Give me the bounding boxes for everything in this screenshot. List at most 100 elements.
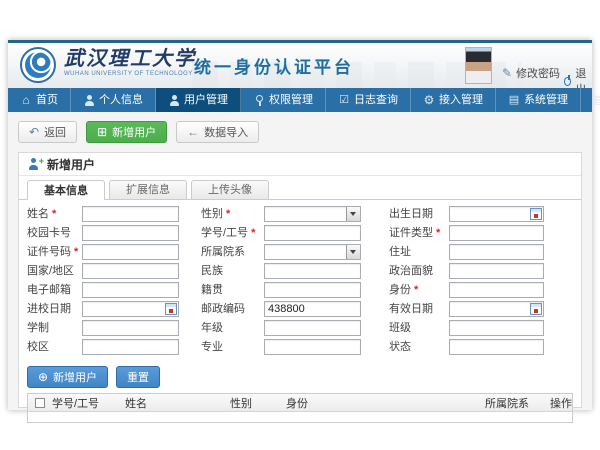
field-email-input[interactable] bbox=[82, 282, 179, 298]
field-postal-code-input[interactable]: 438800 bbox=[264, 301, 361, 317]
field-grade-label: 年级 bbox=[179, 320, 264, 336]
back-button[interactable]: ↶ 返回 bbox=[18, 121, 77, 143]
panel-title: 新增用户 bbox=[47, 156, 95, 173]
field-email-label: 电子邮箱 bbox=[27, 282, 82, 298]
data-import-button-label: 数据导入 bbox=[204, 124, 248, 140]
gear-icon bbox=[423, 95, 435, 106]
field-birth-date-input[interactable] bbox=[449, 206, 544, 222]
key-icon bbox=[253, 95, 265, 106]
field-identity-label: 身份 * bbox=[361, 282, 449, 298]
field-valid-date-label: 有效日期 bbox=[361, 301, 449, 317]
tab-extended-info[interactable]: 扩展信息 bbox=[109, 180, 187, 199]
tab-basic-info[interactable]: 基本信息 bbox=[27, 180, 105, 200]
field-campus-cell bbox=[82, 339, 179, 355]
field-campus-card-no-cell bbox=[82, 225, 179, 241]
reset-button[interactable]: 重置 bbox=[116, 366, 160, 388]
data-import-button[interactable]: ← 数据导入 bbox=[176, 121, 259, 143]
calendar-icon[interactable] bbox=[165, 303, 177, 315]
nav-tab-subscription-management[interactable]: 订阅管理 bbox=[581, 88, 600, 112]
field-id-number-label: 证件号码 * bbox=[27, 244, 82, 260]
field-entry-date-input[interactable] bbox=[82, 301, 179, 317]
field-postal-code-label: 邮政编码 bbox=[179, 301, 264, 317]
field-status-cell bbox=[449, 339, 544, 355]
field-ethnicity-label: 民族 bbox=[179, 263, 264, 279]
field-id-type-label: 证件类型 * bbox=[361, 225, 449, 241]
pencil-icon: ✎ bbox=[502, 66, 512, 80]
home-icon bbox=[20, 95, 32, 106]
chevron-down-icon[interactable] bbox=[346, 245, 360, 259]
field-identity-input[interactable] bbox=[449, 282, 544, 298]
field-grade-input[interactable] bbox=[264, 320, 361, 336]
user-icon bbox=[83, 95, 95, 106]
field-entry-date-label: 进校日期 bbox=[27, 301, 82, 317]
field-valid-date-input[interactable] bbox=[449, 301, 544, 317]
submit-add-user-button[interactable]: ⊕ 新增用户 bbox=[27, 366, 108, 388]
nav-tab-access-management[interactable]: 接入管理 bbox=[411, 88, 496, 112]
form-grid: 姓名 *性别 *出生日期校园卡号学号/工号 *证件类型 *证件号码 *所属院系住… bbox=[19, 200, 581, 360]
field-postal-code-cell: 438800 bbox=[264, 301, 361, 317]
field-political-status-label: 政治面貌 bbox=[361, 263, 449, 279]
logout-link[interactable]: 退出 bbox=[564, 65, 592, 88]
plus-circle-icon: ⊕ bbox=[38, 371, 48, 383]
field-education-length-label: 学制 bbox=[27, 320, 82, 336]
field-id-type-input[interactable] bbox=[449, 225, 544, 241]
field-class-input[interactable] bbox=[449, 320, 544, 336]
nav-tab-permission-management[interactable]: 权限管理 bbox=[241, 88, 326, 112]
document-icon bbox=[508, 95, 520, 106]
toolbar: ↶ 返回 ⊞ 新增用户 ← 数据导入 bbox=[8, 112, 592, 152]
field-ethnicity-cell bbox=[264, 263, 361, 279]
table-header-row: 学号/工号姓名性别身份所属院系操作 bbox=[28, 394, 572, 412]
field-major-label: 专业 bbox=[179, 339, 264, 355]
field-name-input[interactable] bbox=[82, 206, 179, 222]
field-student-staff-id-input[interactable] bbox=[264, 225, 361, 241]
field-gender-label: 性别 * bbox=[179, 206, 264, 222]
field-address-label: 住址 bbox=[361, 244, 449, 260]
panel-title-row: + 新增用户 bbox=[19, 153, 581, 176]
change-password-link[interactable]: ✎ 修改密码 bbox=[502, 65, 560, 81]
field-native-place-input[interactable] bbox=[264, 282, 361, 298]
table-empty-row bbox=[28, 412, 572, 422]
nav-tab-log-query[interactable]: 日志查询 bbox=[326, 88, 411, 112]
university-name: 武汉理工大学 bbox=[64, 48, 196, 70]
add-user-icon: + bbox=[28, 158, 41, 170]
nav-tab-label: 首页 bbox=[36, 88, 58, 112]
nav-tab-personal-info[interactable]: 个人信息 bbox=[71, 88, 156, 112]
back-button-label: 返回 bbox=[44, 124, 66, 140]
nav-tab-label: 系统管理 bbox=[524, 88, 568, 112]
reset-button-label: 重置 bbox=[127, 369, 149, 385]
add-user-button[interactable]: ⊞ 新增用户 bbox=[86, 121, 167, 143]
field-department-select[interactable] bbox=[264, 244, 361, 260]
field-campus-input[interactable] bbox=[82, 339, 179, 355]
new-user-panel: + 新增用户 基本信息扩展信息上传头像 姓名 *性别 *出生日期校园卡号学号/工… bbox=[18, 152, 582, 408]
user-avatar[interactable] bbox=[465, 47, 492, 84]
field-political-status-input[interactable] bbox=[449, 263, 544, 279]
field-class-cell bbox=[449, 320, 544, 336]
field-address-input[interactable] bbox=[449, 244, 544, 260]
field-email-cell bbox=[82, 282, 179, 298]
calendar-icon[interactable] bbox=[530, 208, 542, 220]
nav-tab-system-management[interactable]: 系统管理 bbox=[496, 88, 581, 112]
calendar-icon[interactable] bbox=[530, 303, 542, 315]
column-header-6: 操作 bbox=[550, 395, 572, 411]
field-major-input[interactable] bbox=[264, 339, 361, 355]
nav-tab-home[interactable]: 首页 bbox=[8, 88, 71, 112]
field-address-cell bbox=[449, 244, 544, 260]
field-campus-card-no-input[interactable] bbox=[82, 225, 179, 241]
field-gender-select[interactable] bbox=[264, 206, 361, 222]
field-education-length-cell bbox=[82, 320, 179, 336]
field-id-number-input[interactable] bbox=[82, 244, 179, 260]
field-class-label: 班级 bbox=[361, 320, 449, 336]
field-status-input[interactable] bbox=[449, 339, 544, 355]
tab-upload-avatar[interactable]: 上传头像 bbox=[191, 180, 269, 199]
nav-tab-user-management[interactable]: 用户管理 bbox=[156, 88, 241, 112]
power-icon bbox=[564, 77, 571, 86]
select-all-checkbox[interactable] bbox=[35, 398, 45, 408]
university-logo-icon bbox=[20, 47, 56, 83]
field-education-length-input[interactable] bbox=[82, 320, 179, 336]
app-window: 武汉理工大学 WUHAN UNIVERSITY OF TECHNOLOGY 统一… bbox=[8, 40, 592, 410]
undo-arrow-icon: ↶ bbox=[29, 126, 39, 138]
field-country-region-input[interactable] bbox=[82, 263, 179, 279]
form-tabs: 基本信息扩展信息上传头像 bbox=[19, 176, 581, 200]
field-ethnicity-input[interactable] bbox=[264, 263, 361, 279]
chevron-down-icon[interactable] bbox=[346, 207, 360, 221]
